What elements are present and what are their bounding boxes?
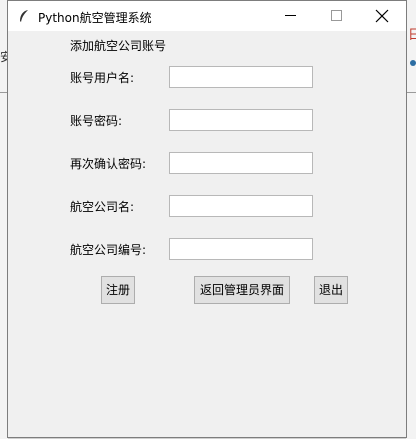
password-field[interactable] bbox=[169, 109, 313, 131]
confirm-password-label: 再次确认密码: bbox=[70, 157, 147, 171]
airline-name-field[interactable] bbox=[169, 195, 313, 217]
confirm-password-field[interactable] bbox=[169, 152, 313, 174]
close-icon bbox=[375, 9, 389, 23]
username-field[interactable] bbox=[169, 66, 313, 88]
exit-button[interactable]: 退出 bbox=[314, 276, 348, 304]
password-label: 账号密码: bbox=[70, 114, 123, 128]
airline-code-field[interactable] bbox=[169, 238, 313, 260]
background-app-right bbox=[406, 0, 416, 439]
maximize-icon bbox=[331, 10, 342, 21]
close-button[interactable] bbox=[360, 1, 406, 31]
airline-code-label: 航空公司编号: bbox=[70, 243, 147, 257]
feather-icon bbox=[20, 10, 28, 22]
dialog-window: Python航空管理系统 添加航空公司账号 账号用户名: 账号密码: 再次确认密… bbox=[7, 0, 407, 438]
title-bar[interactable]: Python航空管理系统 bbox=[8, 1, 406, 31]
window-title: Python航空管理系统 bbox=[38, 11, 152, 25]
minimize-icon bbox=[285, 15, 296, 16]
username-label: 账号用户名: bbox=[70, 71, 135, 85]
register-button[interactable]: 注册 bbox=[101, 276, 135, 304]
background-text-right: 日 bbox=[408, 28, 416, 43]
back-to-admin-button[interactable]: 返回管理员界面 bbox=[194, 276, 290, 304]
minimize-button[interactable] bbox=[268, 1, 314, 31]
maximize-button[interactable] bbox=[314, 1, 360, 31]
form-title: 添加航空公司账号 bbox=[70, 39, 167, 53]
background-dot bbox=[410, 60, 416, 66]
airline-name-label: 航空公司名: bbox=[70, 200, 135, 214]
